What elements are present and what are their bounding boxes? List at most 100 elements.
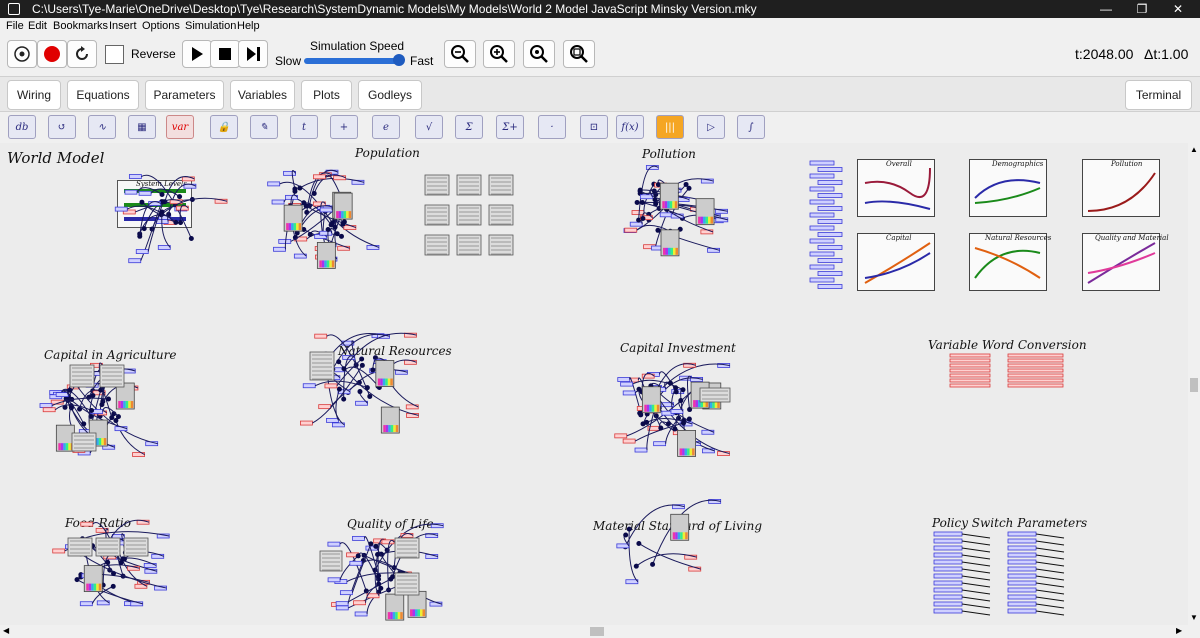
zoom-in-button[interactable] xyxy=(483,40,515,68)
close-button[interactable]: ✕ xyxy=(1158,0,1198,18)
minimize-button[interactable]: — xyxy=(1086,0,1126,18)
diagram-junction xyxy=(680,387,686,393)
horizontal-scrollbar[interactable]: ◀ ▶ xyxy=(0,625,1188,638)
diagram-junction xyxy=(359,356,365,362)
diagram-node xyxy=(933,601,963,607)
diagram-node xyxy=(91,583,94,591)
diagram-node xyxy=(68,443,71,451)
palette-integrate-bars-icon[interactable]: ||| xyxy=(656,115,684,139)
diagram-node xyxy=(1007,358,1064,363)
speed-slider-handle[interactable] xyxy=(393,54,405,66)
plot-quality-and-material[interactable]: Quality and Material xyxy=(1082,233,1169,291)
diagram-node xyxy=(649,404,652,412)
palette-switch-icon[interactable]: ⊡ xyxy=(580,115,608,139)
diagram-junction xyxy=(373,543,379,549)
tab-wiring[interactable]: Wiring xyxy=(7,80,61,110)
palette-variable-icon[interactable]: var xyxy=(166,115,194,139)
tab-variables[interactable]: Variables xyxy=(230,80,295,110)
palette-reset-view-icon[interactable]: ↺ xyxy=(48,115,76,139)
plot-demographics[interactable]: Demographics xyxy=(969,159,1047,217)
plot-capital[interactable]: Capital xyxy=(857,233,935,291)
diagram-node xyxy=(701,429,715,435)
scroll-left-arrow[interactable]: ◀ xyxy=(3,626,9,635)
run-button[interactable] xyxy=(182,40,212,68)
plot-natural-resources[interactable]: Natural Resources xyxy=(969,233,1051,291)
menu-options[interactable]: Options xyxy=(142,20,180,32)
diagram-node xyxy=(352,535,365,541)
terminal-button[interactable]: Terminal xyxy=(1125,80,1192,110)
palette-lock-icon[interactable]: 🔒 xyxy=(210,115,238,139)
record-button[interactable] xyxy=(37,40,67,68)
diagram-node xyxy=(79,601,93,607)
step-button[interactable] xyxy=(238,40,268,68)
speed-slider[interactable] xyxy=(304,58,404,64)
vertical-scroll-thumb[interactable] xyxy=(1190,378,1198,392)
zoom-fit-button[interactable] xyxy=(563,40,595,68)
palette-sum-icon[interactable]: Σ xyxy=(455,115,483,139)
zoom-reset-button[interactable] xyxy=(523,40,555,68)
diagram-node xyxy=(120,401,124,409)
reverse-checkbox[interactable] xyxy=(105,45,124,64)
plot-overall[interactable]: Overall xyxy=(857,159,935,217)
tab-parameters[interactable]: Parameters xyxy=(145,80,224,110)
palette-dot-icon[interactable]: · xyxy=(538,115,566,139)
palette-time-icon[interactable]: t xyxy=(290,115,318,139)
palette-add-icon[interactable]: + xyxy=(330,115,358,139)
plot-pollution-title: Pollution xyxy=(1111,160,1143,168)
diagram-junction xyxy=(297,185,303,191)
diagram-junction xyxy=(311,190,317,196)
scroll-down-arrow[interactable]: ▼ xyxy=(1190,613,1198,622)
diagram-wire xyxy=(1035,554,1065,560)
diagram-node xyxy=(1007,383,1064,388)
palette-derivative-icon[interactable]: ∫ xyxy=(737,115,765,139)
diagram-node xyxy=(343,225,357,230)
zoom-out-button[interactable] xyxy=(444,40,476,68)
vertical-scrollbar[interactable]: ▲ ▼ xyxy=(1188,143,1200,625)
palette-sqrt-icon[interactable]: √ xyxy=(415,115,443,139)
menu-insert[interactable]: Insert xyxy=(109,20,137,32)
record-settings-button[interactable] xyxy=(7,40,37,68)
diagram-node xyxy=(385,378,388,386)
diagram-node xyxy=(933,538,963,544)
tab-equations[interactable]: Equations xyxy=(67,80,139,110)
palette-grid-icon[interactable]: ▦ xyxy=(128,115,156,139)
palette-function-icon[interactable]: f(x) xyxy=(616,115,644,139)
diagram-node xyxy=(313,174,326,180)
diagram-node xyxy=(410,609,413,617)
menu-bookmarks[interactable]: Bookmarks xyxy=(53,20,108,32)
diagram-node xyxy=(620,381,634,387)
scroll-right-arrow[interactable]: ▶ xyxy=(1176,626,1182,635)
diagram-node xyxy=(415,609,418,617)
palette-function-plot-icon[interactable]: ∿ xyxy=(88,115,116,139)
diagram-node xyxy=(319,260,322,268)
diagram-node xyxy=(390,378,393,386)
menu-edit[interactable]: Edit xyxy=(28,20,47,32)
tab-godleys[interactable]: Godleys xyxy=(358,80,422,110)
wiring-canvas[interactable]: World Model Population Pollution Capital… xyxy=(0,143,1188,625)
stop-button[interactable] xyxy=(210,40,240,68)
scroll-up-arrow[interactable]: ▲ xyxy=(1190,145,1198,154)
diagram-node xyxy=(324,260,327,268)
diagram-node xyxy=(1007,601,1037,607)
maximize-button[interactable]: ❐ xyxy=(1122,0,1162,18)
diagram-node xyxy=(680,532,683,540)
reset-button[interactable] xyxy=(67,40,97,68)
diagram-junction xyxy=(672,426,678,432)
menu-simulation[interactable]: Simulation xyxy=(185,20,236,32)
diagram-junction xyxy=(359,362,365,368)
diagram-node xyxy=(387,378,391,386)
plot-pollution[interactable]: Pollution xyxy=(1082,159,1160,217)
menu-file[interactable]: File xyxy=(6,20,24,32)
menu-help[interactable]: Help xyxy=(237,20,260,32)
palette-arrow-icon[interactable]: ▷ xyxy=(697,115,725,139)
diagram-node xyxy=(675,532,678,540)
diagram-node xyxy=(400,612,403,620)
palette-database-icon[interactable]: db xyxy=(8,115,36,139)
diagram-node xyxy=(674,201,678,209)
diagram-node xyxy=(809,251,835,257)
palette-euler-icon[interactable]: e xyxy=(372,115,400,139)
horizontal-scroll-thumb[interactable] xyxy=(590,627,604,636)
palette-note-icon[interactable]: ✎ xyxy=(250,115,278,139)
tab-plots[interactable]: Plots xyxy=(301,80,352,110)
palette-sum-plus-icon[interactable]: Σ+ xyxy=(496,115,524,139)
